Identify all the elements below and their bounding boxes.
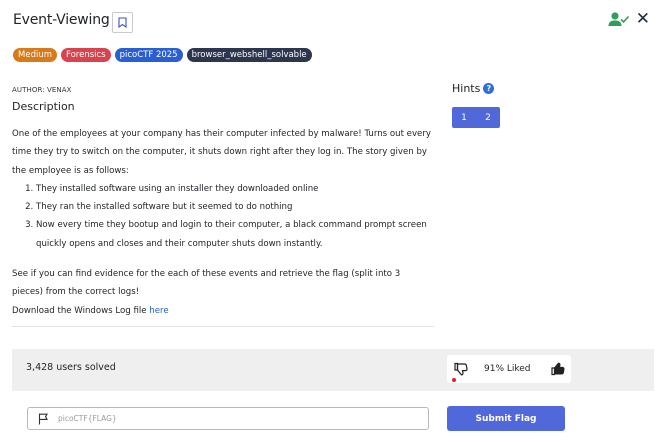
user-check-icon	[608, 12, 630, 26]
download-link[interactable]: here	[149, 306, 168, 316]
description-intro: One of the employees at your company has…	[12, 129, 431, 176]
hints-label: Hints	[452, 82, 481, 95]
rating-box: 91% Liked	[447, 355, 571, 383]
stats-bar: 3,428 users solved 91% Liked	[12, 349, 654, 391]
challenge-header: Event-Viewing ✕	[13, 9, 650, 35]
author-label: AUTHOR: VENAX	[12, 86, 72, 94]
hint-2-button[interactable]: 2	[476, 107, 500, 128]
bookmark-button[interactable]	[112, 12, 133, 33]
webshell-tag: browser_webshell_solvable	[186, 48, 312, 62]
flag-field[interactable]	[27, 407, 429, 430]
flag-input[interactable]	[58, 410, 418, 427]
notification-dot	[452, 378, 456, 382]
divider	[12, 326, 434, 327]
hints-heading: Hints ?	[452, 82, 495, 95]
submit-flag-button[interactable]: Submit Flag	[447, 406, 565, 431]
task-text: See if you can find evidence for the eac…	[12, 269, 401, 298]
list-item: They ran the installed software but it s…	[36, 198, 432, 216]
help-icon[interactable]: ?	[483, 83, 495, 94]
download-text: Download the Windows Log file	[12, 305, 150, 316]
list-item: They installed software using an install…	[36, 180, 432, 198]
story-steps: They installed software using an install…	[12, 180, 432, 253]
description-body: One of the employees at your company has…	[12, 125, 432, 320]
list-item: Now every time they bootup and login to …	[36, 216, 432, 253]
event-tag: picoCTF 2025	[114, 48, 183, 62]
challenge-title: Event-Viewing	[13, 12, 110, 28]
download-line: Download the Windows Log file here	[12, 302, 432, 320]
difficulty-tag: Medium	[13, 48, 57, 62]
hint-button-group: 1 2	[452, 107, 500, 128]
hint-1-button[interactable]: 1	[452, 107, 476, 128]
tag-list: Medium Forensics picoCTF 2025 browser_we…	[13, 48, 312, 62]
thumbs-up-icon[interactable]	[551, 362, 565, 376]
bookmark-icon	[118, 17, 127, 28]
close-icon[interactable]: ✕	[636, 9, 650, 29]
liked-percent: 91% Liked	[484, 364, 531, 374]
solved-count: 3,428 users solved	[26, 362, 116, 373]
description-heading: Description	[12, 100, 75, 113]
category-tag: Forensics	[61, 48, 111, 62]
flag-icon	[38, 413, 48, 425]
thumbs-down-icon[interactable]	[454, 362, 468, 376]
